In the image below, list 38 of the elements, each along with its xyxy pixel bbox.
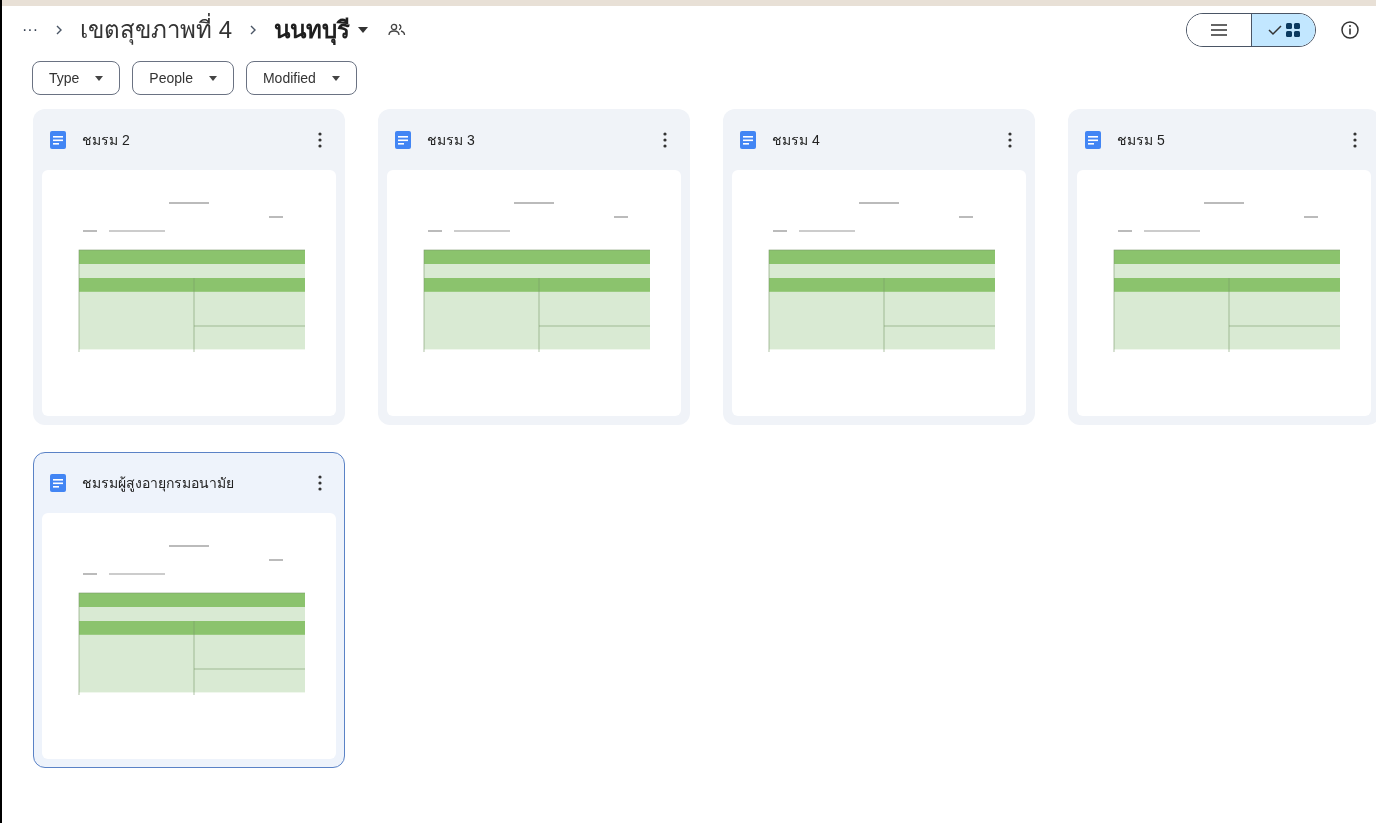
file-card[interactable]: ชมรม 5 [1068,109,1376,425]
dropdown-icon [358,27,368,33]
filter-chip[interactable]: Modified [245,61,357,95]
file-name: ชมรม 3 [427,130,476,150]
document-icon [740,131,756,149]
list-icon [1211,24,1227,36]
check-icon [1267,24,1282,36]
dropdown-icon [95,75,104,81]
dropdown-icon [331,75,340,81]
grid-view-button[interactable] [1251,14,1315,46]
file-name: ชมรม 2 [82,130,131,150]
document-icon [395,131,411,149]
file-card[interactable]: ชมรม 4 [723,109,1035,425]
more-vert-icon [663,132,667,148]
more-path-button[interactable]: ··· [22,18,38,42]
filter-chip[interactable]: Type [32,61,121,95]
chevron-right-icon [248,24,258,36]
filter-chip[interactable]: People [132,61,234,95]
info-icon[interactable] [1340,20,1360,40]
document-icon [50,474,66,492]
more-vert-icon [1353,132,1357,148]
more-vert-icon [318,475,322,491]
file-name: ชมรมผู้สูงอายุกรมอนามัย [82,473,235,494]
breadcrumb-item[interactable]: เขตสุขภาพที่ 4 [80,12,232,48]
document-icon [1085,131,1101,149]
file-name: ชมรม 5 [1117,130,1166,150]
more-vert-icon [318,132,322,148]
file-card[interactable]: ชมรม 3 [378,109,690,425]
file-card[interactable]: ชมรม 2 [33,109,345,425]
shared-people-icon [388,23,406,37]
document-icon [50,131,66,149]
chevron-right-icon [54,24,64,36]
more-vert-icon [1008,132,1012,148]
breadcrumb-item[interactable]: นนทบุรี [274,12,368,48]
file-card[interactable]: ชมรมผู้สูงอายุกรมอนามัย [33,452,345,768]
grid-icon [1285,23,1300,37]
dropdown-icon [208,75,217,81]
file-name: ชมรม 4 [772,130,821,150]
